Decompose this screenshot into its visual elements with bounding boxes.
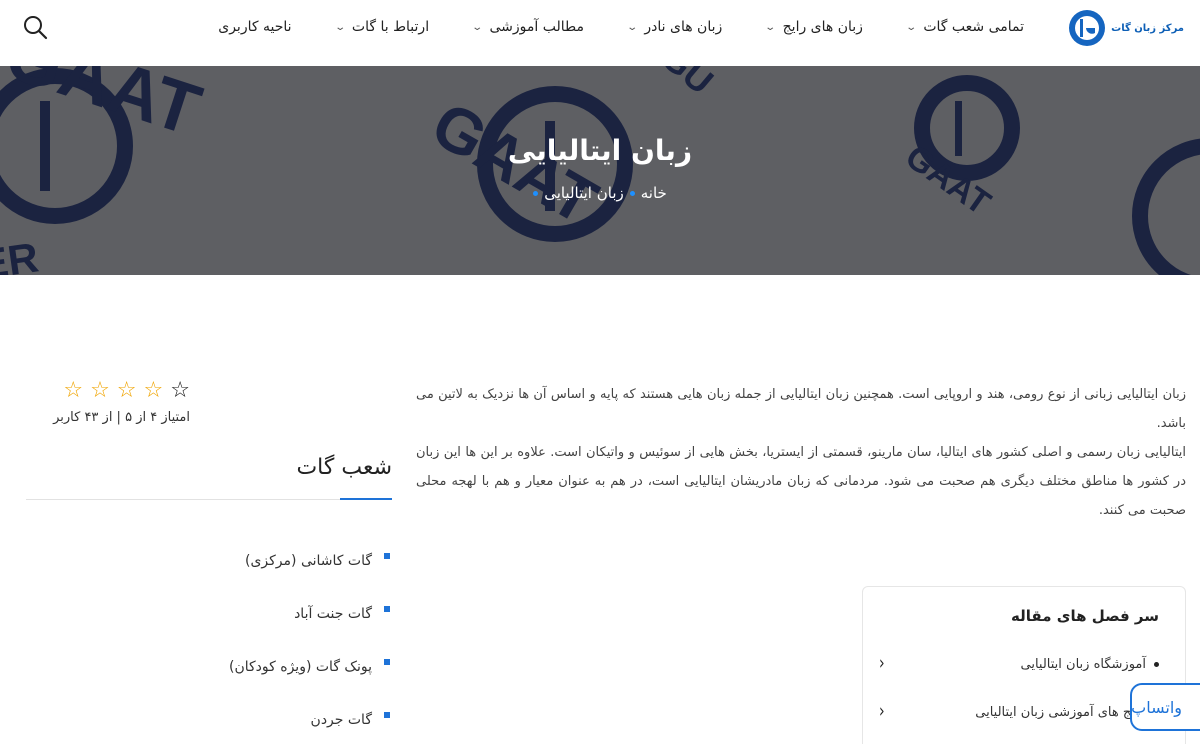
- bullet-icon: [1154, 661, 1159, 667]
- page-hero: GAAT LANGUAGE CENTER GAAT LANGU GAAT GAA…: [0, 66, 1200, 275]
- search-icon[interactable]: [22, 14, 48, 40]
- title-underline: [340, 498, 392, 500]
- nav-item-educational-content[interactable]: مطالب آموزشی ⌄: [471, 19, 584, 35]
- branches-widget: شعب گات گات کاشانی (مرکزی) گات جنت آباد …: [26, 450, 392, 744]
- breadcrumb-separator: [533, 190, 539, 196]
- star-filled-icon[interactable]: ☆: [117, 380, 137, 402]
- toc-item-label: پکیج های آموزشی زبان ایتالیایی: [975, 704, 1146, 720]
- star-filled-icon[interactable]: ☆: [63, 380, 83, 402]
- branches-title: شعب گات: [26, 450, 392, 500]
- chevron-down-icon: ⌄: [764, 21, 777, 33]
- watermark-language-center: LANGUAGE CENTER: [0, 233, 41, 275]
- star-filled-icon[interactable]: ☆: [144, 380, 164, 402]
- bullet-square-icon: [384, 658, 390, 665]
- chevron-down-icon: ⌄: [333, 21, 346, 33]
- nav-item-branches[interactable]: تمامی شعب گات ⌄: [905, 19, 1024, 35]
- rating-text: امتیاز ۴ از ۵ | از ۴۳ کاربر: [53, 410, 190, 425]
- toc-item[interactable]: پکیج های آموزشی زبان ایتالیایی ‹: [879, 701, 1159, 723]
- logo-icon: [1069, 10, 1106, 46]
- page-title: زبان ایتالیایی: [507, 134, 693, 167]
- nav-label: زبان های رایج: [782, 19, 863, 35]
- star-empty-icon[interactable]: ☆: [170, 380, 190, 402]
- nav-label: ارتباط با گات: [351, 19, 430, 35]
- bullet-square-icon: [384, 552, 390, 559]
- branch-item-pounak[interactable]: پونک گات (ویژه کودکان): [26, 640, 392, 693]
- site-logo[interactable]: مرکز زبان گات: [1069, 8, 1184, 48]
- chevron-down-icon: ⌄: [626, 21, 639, 33]
- nav-label: تمامی شعب گات: [923, 19, 1024, 35]
- site-header: مرکز زبان گات تمامی شعب گات ⌄ زبان های ر…: [0, 0, 1200, 66]
- article-paragraph: زبان ایتالیایی زبانی از نوع رومی، هند و …: [416, 387, 1186, 431]
- toc-item-label: آموزشگاه زبان ایتالیایی: [1020, 656, 1147, 672]
- chevron-left-icon: ‹: [879, 653, 885, 675]
- toc-title: سر فصل های مقاله: [1011, 607, 1159, 625]
- toc-item[interactable]: آموزشگاه زبان ایتالیایی ‹: [879, 653, 1159, 675]
- whatsapp-button[interactable]: واتساپ: [1130, 683, 1200, 731]
- breadcrumb-home[interactable]: خانه: [641, 184, 667, 202]
- branch-list: گات کاشانی (مرکزی) گات جنت آباد پونک گات…: [26, 534, 392, 744]
- star-filled-icon[interactable]: ☆: [90, 380, 110, 402]
- breadcrumb-current: زبان ایتالیایی: [544, 184, 624, 202]
- chevron-left-icon: ‹: [879, 701, 885, 723]
- nav-item-rare-languages[interactable]: زبان های نادر ⌄: [626, 19, 723, 35]
- bullet-square-icon: [384, 711, 390, 718]
- branch-item-jordan[interactable]: گات جردن: [26, 693, 392, 744]
- whatsapp-label: واتساپ: [1131, 697, 1182, 717]
- breadcrumb-separator: [629, 190, 635, 196]
- nav-item-contact[interactable]: ارتباط با گات ⌄: [333, 19, 430, 35]
- nav-label: زبان های نادر: [644, 19, 723, 35]
- bullet-square-icon: [384, 605, 390, 612]
- rating-widget: ☆ ☆ ☆ ☆ ☆ امتیاز ۴ از ۵ | از ۴۳ کاربر: [30, 380, 190, 426]
- chevron-down-icon: ⌄: [471, 21, 484, 33]
- branch-label: گات جنت آباد: [294, 605, 372, 622]
- nav-label: ناحیه کاربری: [218, 19, 292, 35]
- star-rating[interactable]: ☆ ☆ ☆ ☆ ☆: [30, 380, 190, 402]
- branch-item-jannat-abad[interactable]: گات جنت آباد: [26, 587, 392, 640]
- branch-label: گات جردن: [310, 711, 372, 728]
- hero-watermark-pattern: GAAT LANGUAGE CENTER GAAT LANGU GAAT GAA…: [0, 66, 1200, 275]
- breadcrumb: خانه زبان ایتالیایی: [0, 184, 1200, 202]
- article-body: زبان ایتالیایی زبانی از نوع رومی، هند و …: [416, 380, 1186, 525]
- logo-text: مرکز زبان گات: [1111, 22, 1184, 34]
- nav-label: مطالب آموزشی: [489, 19, 584, 35]
- chevron-down-icon: ⌄: [905, 21, 918, 33]
- branch-label: پونک گات (ویژه کودکان): [228, 658, 372, 675]
- branches-title-text: شعب گات: [296, 455, 392, 480]
- main-nav: تمامی شعب گات ⌄ زبان های رایج ⌄ زبان های…: [174, 12, 1024, 42]
- nav-item-common-languages[interactable]: زبان های رایج ⌄: [764, 19, 863, 35]
- branch-label: گات کاشانی (مرکزی): [245, 552, 372, 569]
- nav-item-user-area[interactable]: ناحیه کاربری: [218, 19, 291, 35]
- article-paragraph: ایتالیایی زبان رسمی و اصلی کشور های ایتا…: [416, 445, 1186, 518]
- branch-item-kashani[interactable]: گات کاشانی (مرکزی): [26, 534, 392, 587]
